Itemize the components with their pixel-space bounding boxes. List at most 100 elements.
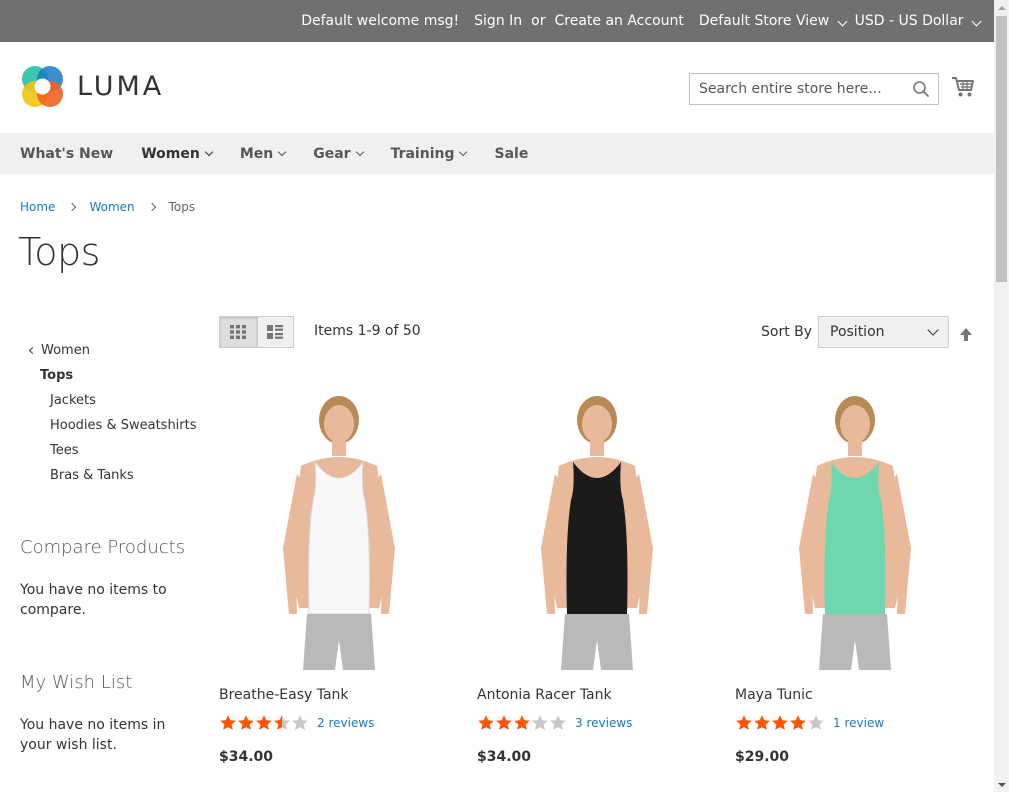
star-filled-icon	[514, 715, 530, 730]
star-empty-icon	[550, 715, 566, 730]
grid-icon	[230, 325, 247, 339]
product-item: Antonia Racer Tank 3 reviews $34.00	[477, 378, 717, 765]
product-image[interactable]	[735, 378, 975, 676]
nav-item-label: Men	[239, 145, 274, 162]
currency-label: USD - US Dollar	[854, 13, 964, 29]
category-back-label: Women	[41, 343, 90, 358]
cart-icon[interactable]	[951, 76, 975, 98]
search-input[interactable]	[690, 74, 900, 104]
star-filled-icon	[478, 715, 494, 730]
toolbar-amount: Items 1-9 of 50	[314, 323, 421, 339]
logo[interactable]: LUMA	[20, 64, 164, 109]
chevron-left-icon	[28, 346, 37, 355]
nav-item-gear[interactable]: Gear	[313, 146, 364, 162]
breadcrumb-women[interactable]: Women	[89, 200, 134, 214]
store-view-switcher[interactable]: Default Store View	[699, 13, 848, 29]
scroll-down-arrow-icon[interactable]	[994, 777, 1009, 792]
star-filled-icon	[256, 715, 272, 730]
nav-item-label: Women	[141, 145, 200, 162]
star-filled-icon	[238, 715, 254, 730]
sort-by-value: Position	[830, 324, 885, 340]
wishlist-title: My Wish List	[20, 672, 133, 693]
category-bras-tanks[interactable]: Bras & Tanks	[20, 463, 197, 488]
currency-switcher[interactable]: USD - US Dollar	[854, 13, 982, 29]
star-empty-icon	[532, 715, 548, 730]
create-account-link[interactable]: Create an Account	[554, 13, 683, 29]
nav-item-label: What's New	[20, 145, 114, 162]
product-name-link[interactable]: Antonia Racer Tank	[477, 687, 612, 703]
sort-by-label: Sort By	[761, 324, 813, 340]
nav-item-men[interactable]: Men	[239, 145, 287, 162]
product-price: $34.00	[477, 749, 532, 765]
product-name-link[interactable]: Breathe-Easy Tank	[219, 687, 349, 703]
page-title: Tops	[18, 230, 100, 274]
chevron-down-icon	[355, 147, 364, 156]
search-icon[interactable]	[912, 80, 930, 98]
list-view-button[interactable]	[256, 317, 293, 347]
luma-logo-icon	[22, 66, 63, 107]
main-navigation: What's New Women Men Gear Training Sale	[0, 133, 994, 174]
star-filled-icon	[736, 715, 752, 730]
compare-empty-text: You have no items to compare.	[20, 582, 167, 618]
search-box	[689, 73, 939, 105]
product-name-link[interactable]: Maya Tunic	[735, 687, 813, 703]
rating-stars	[477, 714, 567, 732]
nav-item-label: Sale	[494, 145, 529, 162]
rating-stars	[219, 714, 309, 732]
star-filled-icon	[220, 715, 236, 730]
nav-item-whats-new[interactable]: What's New	[20, 146, 113, 162]
chevron-down-icon	[837, 16, 848, 27]
chevron-down-icon	[927, 324, 939, 336]
star-filled-icon	[496, 715, 512, 730]
product-reviews-link[interactable]: 1 review	[833, 716, 884, 730]
product-price: $34.00	[219, 749, 274, 765]
product-image[interactable]	[477, 378, 717, 676]
or-text: or	[531, 13, 546, 29]
product-photo	[799, 396, 911, 670]
nav-item-training[interactable]: Training	[391, 146, 468, 162]
sort-by-select[interactable]: Position	[818, 316, 949, 348]
nav-item-women[interactable]: Women	[141, 145, 214, 162]
star-empty-icon	[808, 715, 824, 730]
star-filled-icon	[754, 715, 770, 730]
grid-view-button[interactable]	[220, 317, 257, 347]
breadcrumb-current: Tops	[168, 200, 196, 214]
star-filled-icon	[790, 715, 806, 730]
list-icon	[267, 325, 284, 339]
vertical-scrollbar[interactable]	[994, 0, 1009, 792]
sort-direction-arrow-icon[interactable]	[958, 326, 974, 342]
scroll-up-arrow-icon[interactable]	[994, 0, 1009, 15]
product-reviews-link[interactable]: 2 reviews	[317, 716, 374, 730]
product-item: Breathe-Easy Tank 2 reviews $34.00	[219, 378, 459, 765]
logo-text: LUMA	[77, 71, 165, 102]
sign-in-link[interactable]: Sign In	[474, 13, 522, 29]
product-item: Maya Tunic 1 review $29.00	[735, 378, 975, 765]
category-back-link[interactable]: Women	[20, 338, 197, 363]
rating-stars	[735, 714, 825, 732]
product-rating: 2 reviews	[219, 714, 374, 732]
wishlist-empty-text: You have no items in your wish list.	[20, 717, 166, 753]
top-panel: Default welcome msg! Sign In or Create a…	[0, 0, 994, 42]
category-list: Women Tops Jackets Hoodies & Sweatshirts…	[20, 338, 197, 488]
welcome-message: Default welcome msg!	[301, 13, 460, 29]
view-mode-switcher	[219, 316, 294, 348]
category-tees[interactable]: Tees	[20, 438, 197, 463]
chevron-down-icon	[277, 147, 287, 156]
category-hoodies-sweatshirts[interactable]: Hoodies & Sweatshirts	[20, 413, 197, 438]
product-image[interactable]	[219, 378, 459, 676]
breadcrumb-home[interactable]: Home	[20, 200, 55, 214]
scrollbar-thumb[interactable]	[996, 16, 1007, 282]
product-photo	[541, 396, 653, 670]
category-current: Tops	[40, 368, 74, 383]
star-filled-icon	[772, 715, 788, 730]
chevron-down-icon	[971, 16, 982, 27]
product-reviews-link[interactable]: 3 reviews	[575, 716, 632, 730]
star-empty-icon	[292, 715, 308, 730]
chevron-right-icon	[68, 202, 77, 212]
chevron-right-icon	[147, 202, 156, 212]
category-jackets[interactable]: Jackets	[20, 388, 197, 413]
top-links: Default welcome msg! Sign In or Create a…	[301, 0, 982, 42]
nav-item-sale[interactable]: Sale	[494, 146, 528, 162]
compare-products-title: Compare Products	[20, 537, 186, 558]
chevron-down-icon	[204, 147, 214, 156]
